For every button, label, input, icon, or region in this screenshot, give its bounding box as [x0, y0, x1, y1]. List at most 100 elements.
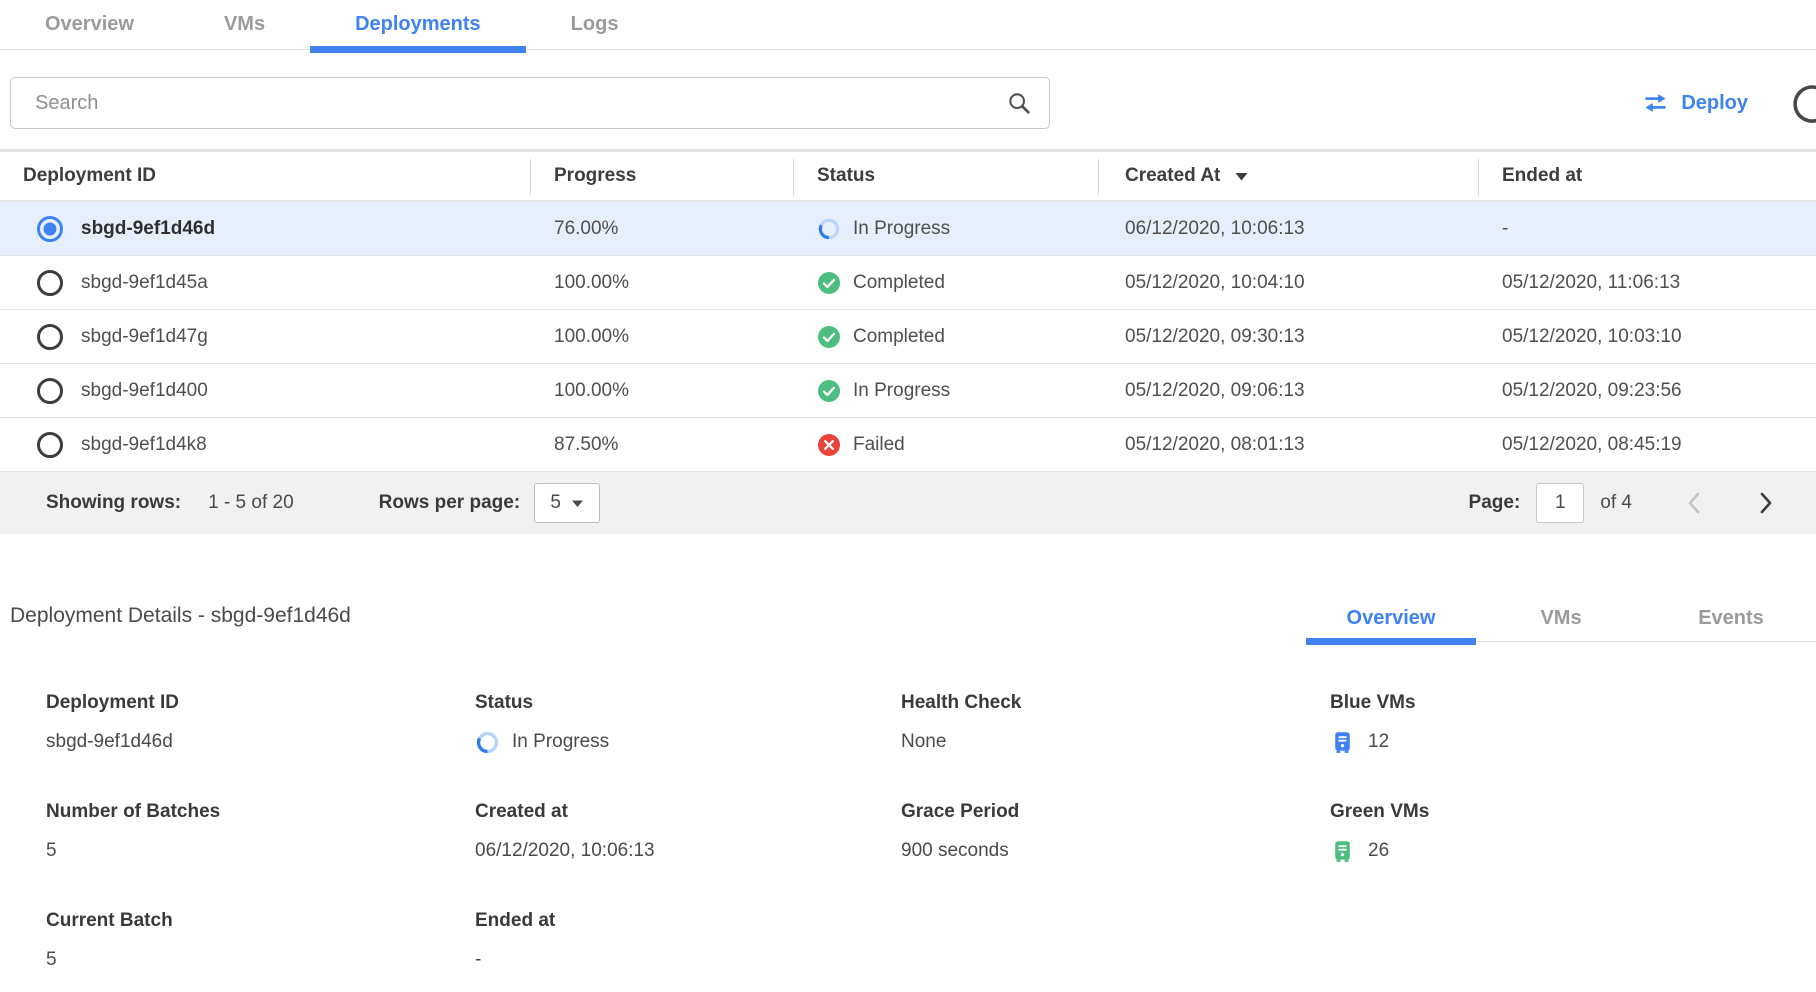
column-header-status[interactable]: Status	[793, 152, 1098, 200]
main-tab-bar: Overview VMs Deployments Logs	[0, 0, 1816, 50]
tab-overview[interactable]: Overview	[0, 0, 179, 49]
table-header: Deployment ID Progress Status Created At…	[0, 152, 1816, 202]
showing-rows-value: 1 - 5 of 20	[208, 492, 294, 514]
column-label: Progress	[554, 165, 636, 187]
row-radio[interactable]	[37, 324, 63, 350]
chevron-left-icon	[1684, 490, 1704, 516]
tab-label: Overview	[45, 13, 134, 36]
column-header-ended-at[interactable]: Ended at	[1478, 152, 1816, 200]
sort-desc-icon	[1234, 171, 1249, 182]
blue-vm-server-icon	[1330, 730, 1355, 755]
row-radio[interactable]	[37, 270, 63, 296]
tab-label: Deployments	[355, 13, 481, 36]
tab-deployments[interactable]: Deployments	[310, 0, 526, 49]
x-circle-icon	[817, 433, 841, 457]
table-row[interactable]: sbgd-9ef1d400 100.00% In Progress 05/12/…	[0, 364, 1816, 418]
created-at-value: 05/12/2020, 09:30:13	[1098, 310, 1478, 363]
ended-at-value: -	[1478, 202, 1816, 255]
field-status: Status In Progress	[475, 692, 901, 755]
field-value: 26	[1330, 838, 1816, 864]
deployment-details-header: Deployment Details - sbgd-9ef1d46d Overv…	[0, 596, 1816, 642]
created-at-value: 05/12/2020, 10:04:10	[1098, 256, 1478, 309]
pagination-controls: Page: of 4	[1469, 483, 1776, 523]
status-label: In Progress	[512, 731, 609, 753]
toolbar: Deploy	[0, 77, 1816, 129]
chevron-right-icon	[1756, 490, 1776, 516]
status-label: In Progress	[853, 380, 950, 402]
table-row[interactable]: sbgd-9ef1d45a 100.00% Completed 05/12/20…	[0, 256, 1816, 310]
ended-at-value: 05/12/2020, 10:03:10	[1478, 310, 1816, 363]
field-value: 5	[46, 947, 475, 973]
tab-label: Logs	[571, 13, 619, 36]
field-value: None	[901, 729, 1330, 755]
deployment-id: sbgd-9ef1d4k8	[81, 434, 207, 456]
deployment-id: sbgd-9ef1d400	[81, 380, 208, 402]
created-at-value: 05/12/2020, 09:06:13	[1098, 364, 1478, 417]
toolbar-actions: Deploy	[1642, 77, 1816, 129]
table-pagination-bar: Showing rows: 1 - 5 of 20 Rows per page:…	[0, 472, 1816, 534]
deployment-details-grid: Deployment ID sbgd-9ef1d46d Status In Pr…	[0, 692, 1816, 973]
rows-per-page-select[interactable]: 5	[534, 483, 600, 523]
search-input[interactable]	[10, 77, 1050, 129]
table-row[interactable]: sbgd-9ef1d47g 100.00% Completed 05/12/20…	[0, 310, 1816, 364]
previous-page-button[interactable]	[1684, 490, 1704, 516]
check-circle-icon	[817, 271, 841, 295]
field-value: In Progress	[475, 729, 901, 755]
deploy-button[interactable]: Deploy	[1642, 92, 1748, 115]
details-tab-vms[interactable]: VMs	[1476, 596, 1646, 641]
progress-value: 100.00%	[530, 364, 793, 417]
column-header-progress[interactable]: Progress	[530, 152, 793, 200]
field-label: Health Check	[901, 692, 1330, 714]
ended-at-value: 05/12/2020, 09:23:56	[1478, 364, 1816, 417]
field-label: Grace Period	[901, 801, 1330, 823]
column-header-created-at[interactable]: Created At	[1098, 152, 1478, 200]
table-row[interactable]: sbgd-9ef1d46d 76.00% In Progress 06/12/2…	[0, 202, 1816, 256]
check-circle-icon	[817, 379, 841, 403]
field-deployment-id: Deployment ID sbgd-9ef1d46d	[46, 692, 475, 755]
progress-value: 100.00%	[530, 310, 793, 363]
tab-logs[interactable]: Logs	[526, 0, 664, 49]
in-progress-spinner-icon	[475, 730, 499, 754]
status-cell: In Progress	[793, 202, 1098, 255]
green-vms-count: 26	[1368, 840, 1389, 862]
field-label: Green VMs	[1330, 801, 1816, 823]
column-label: Created At	[1125, 165, 1220, 187]
row-radio[interactable]	[37, 378, 63, 404]
details-tab-overview[interactable]: Overview	[1306, 596, 1476, 641]
page-label: Page:	[1469, 492, 1521, 514]
swap-arrows-icon	[1642, 92, 1669, 114]
page-number-input[interactable]	[1536, 483, 1584, 523]
field-value: 900 seconds	[901, 838, 1330, 864]
deployments-table: Deployment ID Progress Status Created At…	[0, 149, 1816, 534]
status-cell: Completed	[793, 256, 1098, 309]
next-page-button[interactable]	[1756, 490, 1776, 516]
row-radio[interactable]	[37, 216, 63, 242]
tab-label: Events	[1698, 607, 1764, 630]
details-tab-events[interactable]: Events	[1646, 596, 1816, 641]
field-ended-at: Ended at -	[475, 910, 901, 973]
tab-label: Overview	[1347, 607, 1436, 630]
table-row[interactable]: sbgd-9ef1d4k8 87.50% Failed 05/12/2020, …	[0, 418, 1816, 472]
row-radio[interactable]	[37, 432, 63, 458]
refresh-button[interactable]	[1790, 81, 1816, 125]
field-value: -	[475, 947, 901, 973]
status-label: Completed	[853, 272, 945, 294]
deploy-button-label: Deploy	[1681, 92, 1748, 115]
status-cell: Completed	[793, 310, 1098, 363]
field-grace-period: Grace Period 900 seconds	[901, 801, 1330, 864]
field-value: 06/12/2020, 10:06:13	[475, 838, 901, 864]
in-progress-spinner-icon	[817, 217, 841, 241]
showing-rows-label: Showing rows:	[46, 492, 181, 514]
dropdown-arrow-icon	[571, 499, 584, 508]
field-created-at: Created at 06/12/2020, 10:06:13	[475, 801, 901, 864]
progress-value: 76.00%	[530, 202, 793, 255]
ended-at-value: 05/12/2020, 08:45:19	[1478, 418, 1816, 471]
tab-vms[interactable]: VMs	[179, 0, 310, 49]
column-header-deployment-id[interactable]: Deployment ID	[0, 152, 530, 200]
column-label: Status	[817, 165, 875, 187]
deployment-details-title: Deployment Details - sbgd-9ef1d46d	[10, 604, 351, 642]
column-label: Ended at	[1502, 165, 1582, 187]
search-box	[10, 77, 1050, 129]
details-tab-bar: Overview VMs Events	[1306, 596, 1816, 642]
field-value: sbgd-9ef1d46d	[46, 729, 475, 755]
